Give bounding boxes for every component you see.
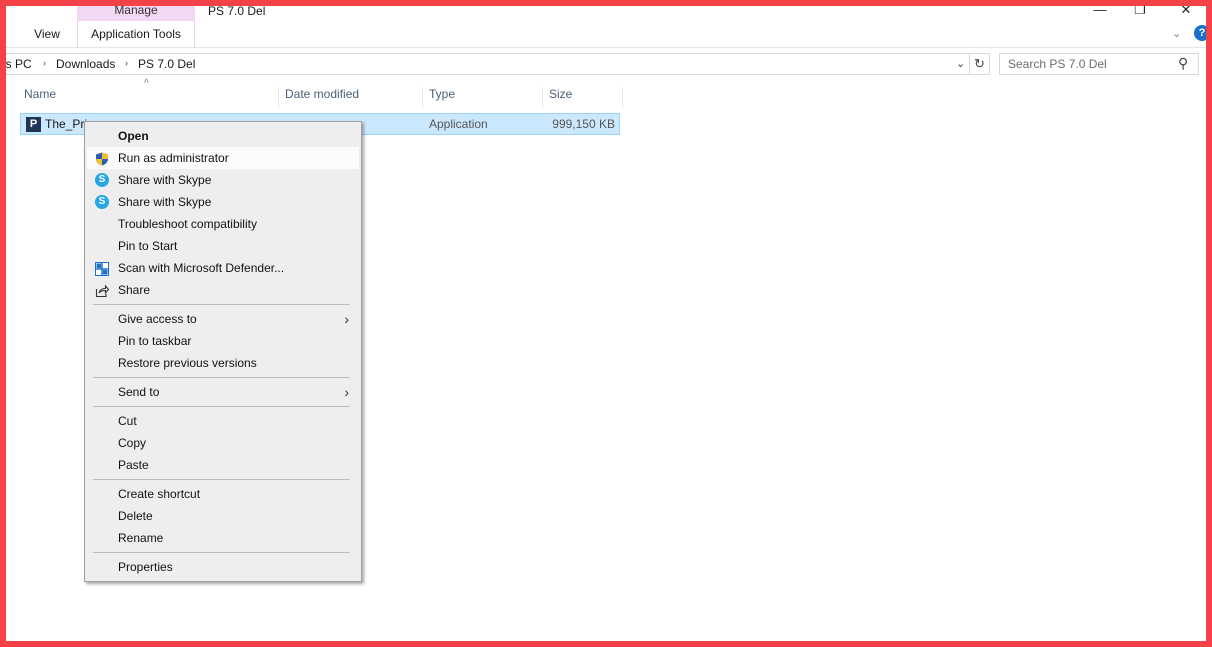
breadcrumb-current-folder[interactable]: PS 7.0 Del	[138, 57, 195, 71]
menu-item-cut[interactable]: Cut	[87, 410, 359, 432]
breadcrumb-this-pc[interactable]: is PC	[3, 57, 32, 71]
menu-item-open[interactable]: Open	[87, 125, 359, 147]
breadcrumb-downloads[interactable]: Downloads	[56, 57, 115, 71]
menu-item-share-with-skype-2[interactable]: S Share with Skype	[87, 191, 359, 213]
minimize-button[interactable]: —	[1078, 2, 1122, 22]
chevron-down-icon[interactable]: ⌄	[956, 57, 965, 70]
manage-contextual-tab: Manage	[77, 0, 195, 21]
menu-item-label: Delete	[118, 509, 153, 523]
menu-item-create-shortcut[interactable]: Create shortcut	[87, 483, 359, 505]
menu-item-share[interactable]: Share	[87, 279, 359, 301]
menu-item-label: Run as administrator	[118, 151, 229, 165]
menu-item-label: Paste	[118, 458, 149, 472]
menu-item-label: Open	[118, 129, 149, 143]
tab-view[interactable]: View	[26, 21, 68, 48]
search-icon[interactable]: ⚲	[1178, 55, 1188, 72]
file-type: Application	[429, 117, 488, 131]
column-header-type[interactable]: Type	[426, 87, 543, 107]
menu-item-label: Properties	[118, 560, 173, 574]
column-header-date-modified[interactable]: Date modified	[282, 87, 423, 107]
menu-item-label: Share with Skype	[118, 173, 212, 187]
menu-item-label: Pin to Start	[118, 239, 178, 253]
application-icon: P	[26, 117, 41, 132]
column-header-size[interactable]: Size	[546, 87, 623, 107]
chevron-right-icon[interactable]: ›	[43, 58, 46, 68]
menu-item-label: Copy	[118, 436, 147, 450]
help-icon[interactable]: ?	[1194, 25, 1210, 41]
skype-icon: S	[95, 173, 109, 187]
menu-item-label: Cut	[118, 414, 137, 428]
chevron-right-icon: ›	[344, 311, 349, 327]
menu-item-share-with-skype[interactable]: S Share with Skype	[87, 169, 359, 191]
column-header-name[interactable]: Name	[21, 87, 279, 107]
chevron-right-icon: ›	[344, 384, 349, 400]
menu-item-delete[interactable]: Delete	[87, 505, 359, 527]
menu-item-label: Share with Skype	[118, 195, 212, 209]
menu-item-pin-to-start[interactable]: Pin to Start	[87, 235, 359, 257]
refresh-button[interactable]: ↻	[970, 53, 990, 75]
file-size: 999,150 KB	[552, 117, 615, 131]
menu-item-give-access-to[interactable]: Give access to ›	[87, 308, 359, 330]
menu-item-pin-to-taskbar[interactable]: Pin to taskbar	[87, 330, 359, 352]
menu-item-label: Troubleshoot compatibility	[118, 217, 257, 231]
shield-icon	[95, 151, 109, 166]
search-input[interactable]: Search PS 7.0 Del ⚲	[999, 53, 1199, 75]
menu-separator	[93, 304, 350, 305]
menu-item-label: Rename	[118, 531, 164, 545]
skype-icon: S	[95, 195, 109, 209]
address-bar[interactable]: is PC › Downloads › PS 7.0 Del	[0, 53, 970, 75]
menu-item-send-to[interactable]: Send to ›	[87, 381, 359, 403]
window-title: PS 7.0 Del	[208, 4, 266, 18]
menu-item-run-as-administrator[interactable]: Run as administrator	[87, 147, 359, 169]
menu-item-paste[interactable]: Paste	[87, 454, 359, 476]
menu-separator	[93, 377, 350, 378]
tab-application-tools[interactable]: Application Tools	[77, 21, 195, 48]
chevron-right-icon[interactable]: ›	[125, 58, 128, 68]
context-menu: Open Run as administrator S Share with S…	[84, 121, 362, 582]
ribbon-divider	[0, 47, 1212, 48]
menu-item-label: Restore previous versions	[118, 356, 257, 370]
search-placeholder: Search PS 7.0 Del	[1008, 57, 1107, 71]
menu-item-label: Create shortcut	[118, 487, 201, 501]
menu-item-label: Pin to taskbar	[118, 334, 192, 348]
menu-separator	[93, 479, 350, 480]
menu-item-properties[interactable]: Properties	[87, 556, 359, 578]
menu-item-label: Scan with Microsoft Defender...	[118, 261, 285, 275]
menu-separator	[93, 406, 350, 407]
menu-item-label: Send to	[118, 385, 160, 399]
maximize-button[interactable]: ❐	[1118, 2, 1162, 22]
menu-item-copy[interactable]: Copy	[87, 432, 359, 454]
menu-item-restore-previous-versions[interactable]: Restore previous versions	[87, 352, 359, 374]
close-button[interactable]: ✕	[1164, 2, 1208, 22]
menu-item-rename[interactable]: Rename	[87, 527, 359, 549]
expand-ribbon-icon[interactable]: ⌄	[1172, 27, 1181, 40]
menu-separator	[93, 552, 350, 553]
share-icon	[95, 283, 110, 298]
menu-item-troubleshoot-compatibility[interactable]: Troubleshoot compatibility	[87, 213, 359, 235]
defender-shield-icon	[95, 261, 109, 276]
menu-item-label: Share	[118, 283, 151, 297]
file-name: The_Pri	[45, 117, 88, 131]
menu-item-label: Give access to	[118, 312, 197, 326]
menu-item-scan-with-defender[interactable]: Scan with Microsoft Defender...	[87, 257, 359, 279]
